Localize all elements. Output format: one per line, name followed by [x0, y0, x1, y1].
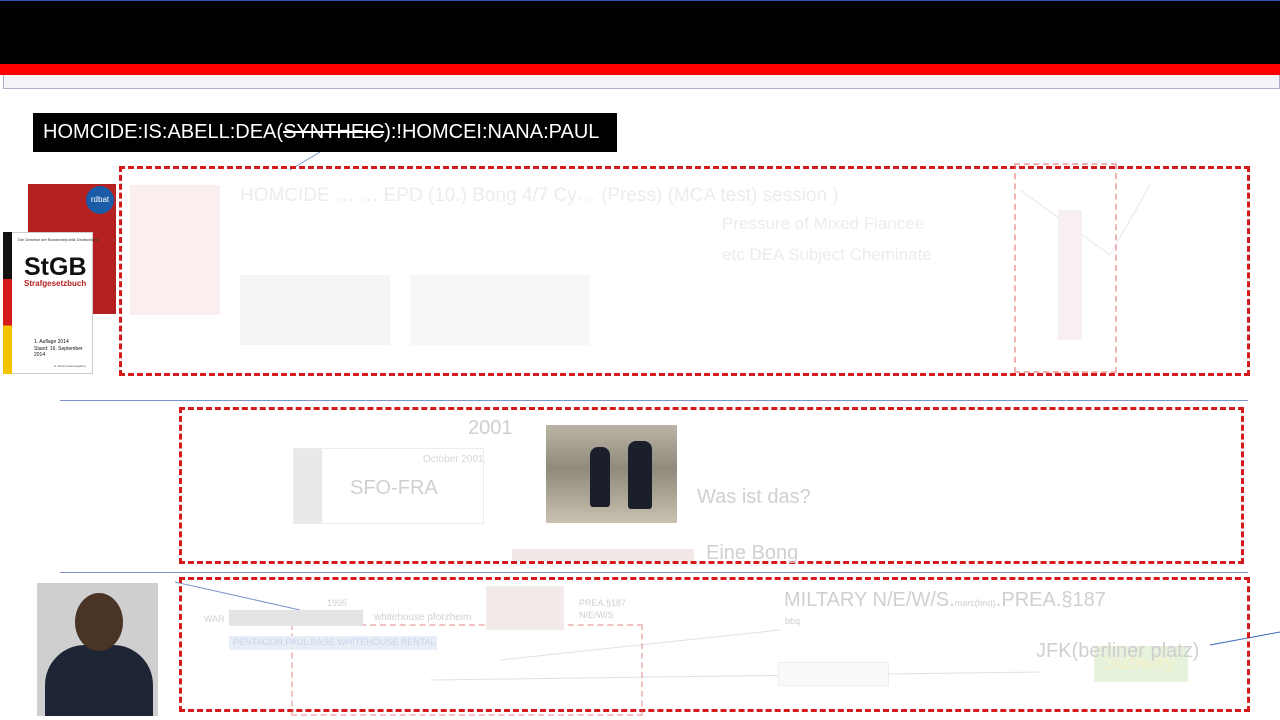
- panel-2-faint-strip: [512, 549, 694, 561]
- panel-2-bong: Eine Bong: [706, 542, 799, 564]
- military-end: .PREA.§187: [995, 589, 1106, 611]
- panel-3-pentagon: PENTAGON.PAUL.BASE.WHITEHOUSE RENTAL: [233, 637, 436, 647]
- book-edition: 1. Auflage 2014: [34, 339, 69, 345]
- book-publisher: G. Recht (Herausgeber): [54, 364, 87, 368]
- route-card-title: SFO-FRA: [350, 477, 438, 499]
- military-main: MILTARY N/E/W/S.: [784, 589, 955, 611]
- panel-2-question: Was ist das?: [697, 486, 811, 508]
- panel-3-whitehouse: whitehouse pforzheim: [374, 612, 472, 623]
- panel-1-faint-figure: [1058, 210, 1082, 340]
- book-date: Stand: 16. September 2014: [34, 346, 83, 358]
- german-flag-stripe: [3, 232, 12, 374]
- divider-2: [60, 572, 1248, 573]
- panel-3-faint-image: [486, 586, 564, 630]
- person-photo: [37, 583, 158, 716]
- slide-title: HOMCIDE:IS:ABELL:DEA(SYNTHEIC):!HOMCEI:N…: [33, 113, 617, 152]
- panel-3-year: 1995: [327, 598, 348, 608]
- panel-3-prea-sub: N/E/W/S: [579, 610, 614, 620]
- panel-1-text-1: HOMCIDE … … EPD (10.) Bong 4/7 Cy… (Pres…: [240, 185, 839, 206]
- panel-3-prea: PREA.§187: [579, 598, 627, 608]
- officer-figure-2: [628, 441, 652, 509]
- panel-3-military: MILTARY N/E/W/S.marc(bnd).PREA.§187: [784, 589, 1106, 612]
- panel-2-year: 2001: [468, 417, 513, 439]
- panel-3-jfk: JFK(berliner platz): [1036, 640, 1200, 662]
- person-head: [75, 593, 123, 651]
- panel-1-faint-image-left: [130, 185, 220, 315]
- title-prefix: HOMCIDE:IS:ABELL:DEA(: [43, 121, 284, 143]
- person-body: [45, 645, 153, 716]
- route-card-date: October 2001: [423, 454, 484, 465]
- divider-1: [60, 400, 1248, 401]
- book-series: Die Gesetze der Bundesrepublik Deutschla…: [18, 237, 99, 242]
- title-struck: SYNTHEIC: [283, 121, 385, 143]
- police-photo: [546, 425, 677, 523]
- route-card-side: [294, 449, 322, 523]
- book-title: StGB: [24, 253, 87, 281]
- book-subtitle: Strafgesetzbuch: [24, 279, 87, 288]
- panel-1-text-2: Pressure of Mixed Fiancee: [722, 214, 925, 233]
- title-suffix: ):!HOMCEI:NANA:PAUL: [384, 121, 600, 143]
- header-strip: [3, 75, 1280, 89]
- panel-3-timeline-bar: [229, 610, 363, 626]
- header-accent-bar: [0, 64, 1280, 75]
- military-small: marc(bnd): [954, 598, 996, 608]
- book-front-cover: Die Gesetze der Bundesrepublik Deutschla…: [3, 232, 99, 374]
- route-card: October 2001 SFO-FRA: [293, 448, 484, 524]
- book-badge: rdbat: [86, 186, 114, 214]
- panel-1-faint-image-2: [410, 275, 590, 345]
- panel-1-faint-image-1: [240, 275, 390, 345]
- officer-figure-1: [590, 447, 610, 507]
- panel-3-war: WAR: [204, 614, 225, 624]
- panel-3-bbq: bbq: [785, 616, 801, 626]
- panel-1-text-3: etc DEA Subject Cheminate: [722, 245, 932, 264]
- header-bar: [0, 0, 1280, 64]
- panel-3-faint-box: [778, 662, 889, 686]
